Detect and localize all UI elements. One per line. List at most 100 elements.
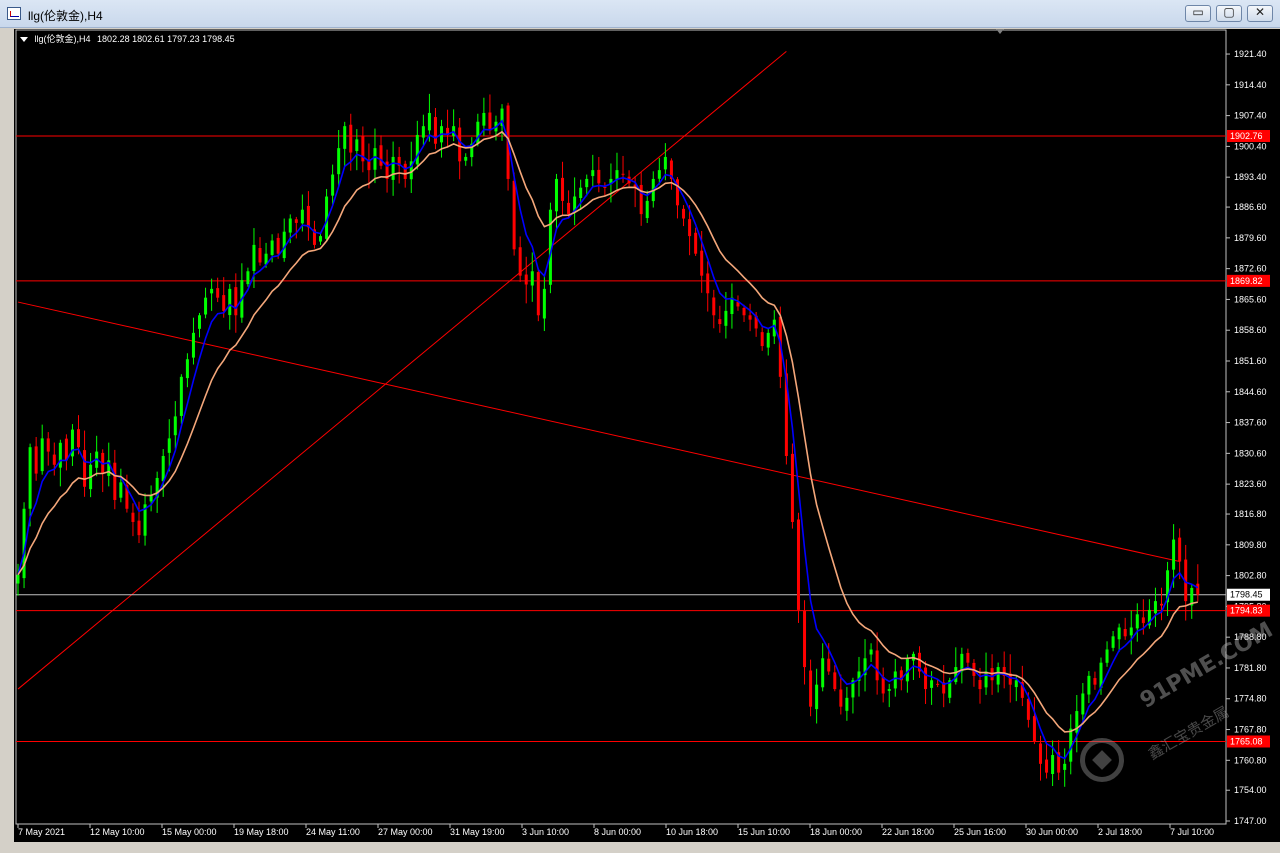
candle-body	[331, 174, 335, 196]
candle-body	[905, 658, 909, 682]
candle-body	[1063, 763, 1067, 770]
candle-body	[198, 315, 202, 329]
y-tick-label: 1802.80	[1234, 571, 1267, 581]
candle-body	[821, 658, 825, 688]
dropdown-arrow-icon[interactable]	[20, 37, 28, 43]
candle-body	[1153, 601, 1157, 614]
candle-body	[639, 184, 643, 215]
maximize-button[interactable]: ▢	[1216, 5, 1242, 22]
minimize-button[interactable]: ▭	[1185, 5, 1211, 22]
x-tick-label: 7 May 2021	[18, 827, 65, 837]
candle-body	[1038, 743, 1042, 764]
candle-body	[966, 652, 970, 663]
candle-body	[222, 295, 226, 311]
candle-body	[930, 680, 934, 688]
candle-body	[936, 683, 940, 685]
candle-body	[924, 667, 928, 690]
candle-body	[379, 145, 383, 166]
candle-body	[1045, 759, 1049, 773]
x-tick-label: 27 May 00:00	[378, 827, 433, 837]
candle-body	[1196, 583, 1200, 595]
close-button[interactable]: ✕	[1247, 5, 1273, 22]
candle-body	[518, 247, 522, 276]
candle-body	[1135, 614, 1139, 629]
candle-body	[161, 455, 165, 482]
candle-body	[1014, 680, 1018, 688]
candle-body	[700, 250, 704, 276]
window-titlebar: llg(伦敦金),H4 ▭ ▢ ✕	[0, 0, 1280, 28]
candle-body	[58, 442, 62, 468]
y-tick-label: 1830.60	[1234, 448, 1267, 458]
candle-body	[216, 288, 220, 298]
window-title: llg(伦敦金),H4	[28, 9, 103, 23]
y-tick-label: 1865.60	[1234, 294, 1267, 304]
candle-body	[131, 512, 135, 522]
candle-body	[585, 178, 589, 188]
trendline[interactable]	[17, 51, 787, 690]
candle-body	[488, 112, 492, 131]
candle-body	[815, 684, 819, 710]
x-tick-label: 2 Jul 18:00	[1098, 827, 1142, 837]
candle-body	[276, 237, 280, 254]
horizontal-line-price: 1869.82	[1230, 276, 1263, 286]
y-tick-label: 1851.60	[1234, 356, 1267, 366]
candle-body	[663, 156, 667, 170]
x-tick-label: 31 May 19:00	[450, 827, 505, 837]
candle-body	[694, 232, 698, 254]
candle-body	[355, 139, 359, 151]
candle-body	[827, 658, 831, 672]
candle-body	[645, 200, 649, 219]
candle-body	[984, 671, 988, 688]
candle-body	[742, 307, 746, 316]
y-tick-label: 1747.00	[1234, 816, 1267, 826]
candle-body	[893, 671, 897, 689]
candle-body	[373, 148, 377, 170]
candle-body	[682, 208, 686, 219]
x-tick-label: 7 Jul 10:00	[1170, 827, 1214, 837]
candle-body	[210, 288, 214, 294]
candle-body	[567, 202, 571, 215]
x-tick-label: 22 Jun 18:00	[882, 827, 934, 837]
symbol-label: llg(伦敦金),H4	[34, 34, 91, 44]
candle-body	[796, 519, 800, 610]
y-tick-label: 1886.60	[1234, 202, 1267, 212]
candle-body	[52, 454, 56, 465]
y-tick-label: 1858.60	[1234, 325, 1267, 335]
candle-body	[1129, 627, 1133, 636]
candle-body	[875, 650, 879, 681]
candle-body	[1111, 636, 1115, 648]
x-tick-label: 10 Jun 18:00	[666, 827, 718, 837]
candle-body	[337, 148, 341, 175]
candle-body	[790, 453, 794, 522]
y-tick-label: 1921.40	[1234, 49, 1267, 59]
candle-body	[512, 180, 516, 250]
x-tick-label: 30 Jun 00:00	[1026, 827, 1078, 837]
x-tick-label: 18 Jun 00:00	[810, 827, 862, 837]
candle-body	[191, 332, 195, 358]
candle-body	[597, 169, 601, 184]
y-tick-label: 1893.40	[1234, 172, 1267, 182]
x-tick-label: 25 Jun 16:00	[954, 827, 1006, 837]
candle-body	[554, 178, 558, 212]
candle-body	[1141, 617, 1145, 624]
candle-body	[113, 462, 117, 500]
ohlc-values: 1802.28 1802.61 1797.23 1798.45	[97, 34, 235, 44]
y-tick-label: 1907.40	[1234, 111, 1267, 121]
watermark-subtext: 鑫汇宝贵金属	[1145, 702, 1232, 764]
y-tick-label: 1879.60	[1234, 233, 1267, 243]
candle-body	[185, 359, 189, 379]
candle-body	[149, 495, 153, 502]
candle-body	[234, 287, 238, 316]
x-tick-label: 12 May 10:00	[90, 827, 145, 837]
x-tick-label: 15 Jun 10:00	[738, 827, 790, 837]
candle-body	[760, 332, 764, 347]
candle-body	[306, 205, 310, 228]
candle-body	[421, 126, 425, 138]
candle-body	[403, 163, 407, 179]
candle-body	[167, 438, 171, 453]
candle-body	[173, 416, 177, 436]
candle-body	[1123, 629, 1127, 637]
candle-body	[204, 297, 208, 315]
candle-body	[46, 438, 50, 452]
chart-shift-marker-icon[interactable]	[996, 29, 1004, 34]
